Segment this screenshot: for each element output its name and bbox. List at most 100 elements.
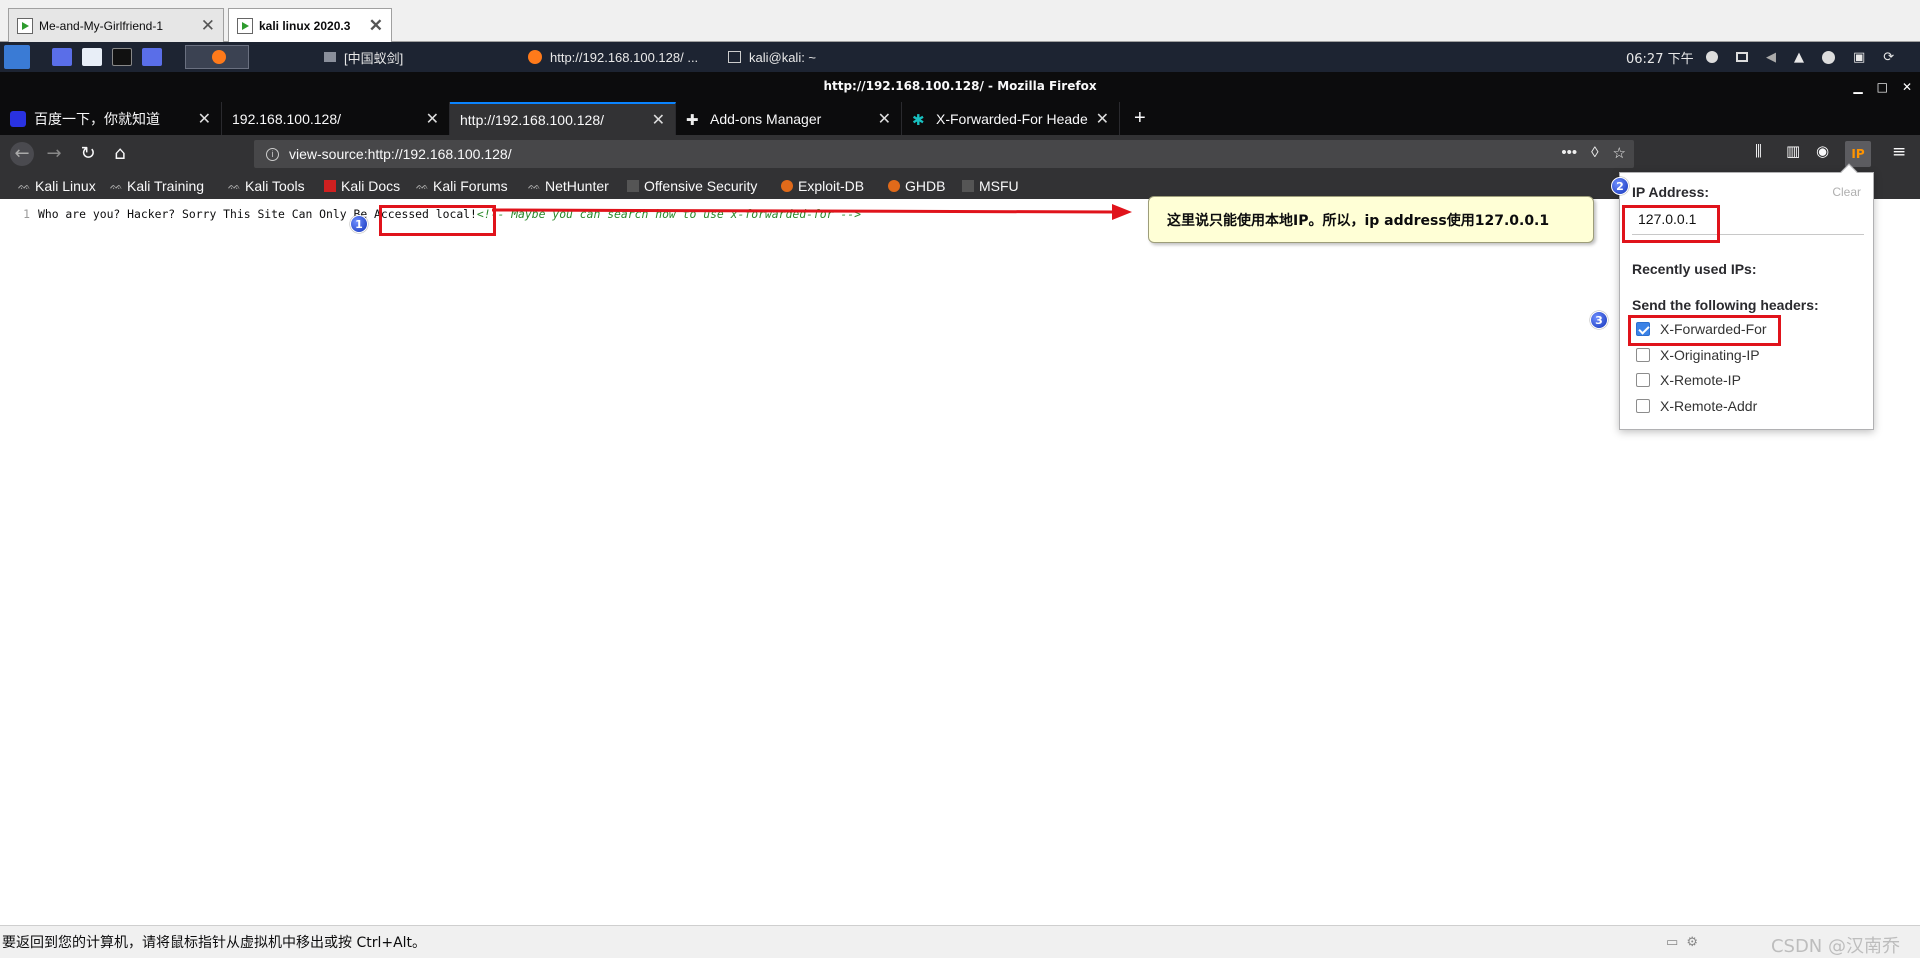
taskbar-label: http://192.168.100.128/ ... bbox=[550, 49, 699, 65]
checkbox[interactable] bbox=[1636, 373, 1650, 387]
header-option-x-originating-ip[interactable]: X-Originating-IP bbox=[1636, 347, 1760, 363]
reload-icon[interactable]: ↻ bbox=[76, 142, 100, 166]
update-icon[interactable] bbox=[1822, 50, 1835, 64]
kali-icon: ᨐ bbox=[416, 180, 429, 192]
step-badge-2: 2 bbox=[1611, 177, 1629, 195]
file-manager-icon[interactable] bbox=[82, 42, 102, 72]
maximize-icon[interactable]: □ bbox=[1877, 80, 1888, 94]
menu-icon[interactable]: ≡ bbox=[1892, 142, 1906, 162]
minimize-icon[interactable]: ▁ bbox=[1853, 80, 1862, 94]
bookmark-offensive-security[interactable]: Offensive Security bbox=[627, 176, 757, 196]
bookmark-label: NetHunter bbox=[545, 178, 609, 194]
bookmark-kali-docs[interactable]: Kali Docs bbox=[324, 176, 400, 196]
taskbar-antsword[interactable]: [中国蚁剑] bbox=[318, 45, 518, 69]
puzzle-icon: ✚ bbox=[686, 111, 699, 129]
url-bar[interactable]: i view-source:http://192.168.100.128/ ••… bbox=[254, 140, 1634, 168]
pocket-icon[interactable]: ◊ bbox=[1591, 144, 1598, 162]
notification-icon[interactable]: ▲ bbox=[1794, 50, 1804, 65]
checkbox[interactable] bbox=[1636, 399, 1650, 413]
settings-icon[interactable]: ⚙ bbox=[1686, 935, 1698, 950]
header-option-x-remote-ip[interactable]: X-Remote-IP bbox=[1636, 372, 1741, 388]
bookmark-nethunter[interactable]: ᨐ NetHunter bbox=[528, 176, 609, 196]
annotation-callout: 这里说只能使用本地IP。所以，ip address使用127.0.0.1 bbox=[1148, 196, 1594, 243]
callout-text: 这里说只能使用本地IP。所以，ip address使用127.0.0.1 bbox=[1167, 212, 1550, 229]
close-icon[interactable]: ✕ bbox=[369, 16, 383, 36]
taskbar-firefox[interactable]: http://192.168.100.128/ ... bbox=[522, 45, 722, 69]
device-icons: ▭ ⚙ bbox=[1666, 935, 1698, 950]
ghdb-icon bbox=[888, 180, 900, 192]
bookmark-kali-tools[interactable]: ᨐ Kali Tools bbox=[228, 176, 305, 196]
clock[interactable]: 06:27 下午 bbox=[1626, 42, 1694, 72]
screenshot-icon[interactable] bbox=[142, 42, 162, 72]
bookmark-kali-training[interactable]: ᨐ Kali Training bbox=[110, 176, 204, 196]
bookmark-exploit-db[interactable]: Exploit-DB bbox=[781, 176, 864, 196]
vm-tab-girlfriend[interactable]: Me-and-My-Girlfriend-1 ✕ bbox=[8, 8, 224, 42]
back-icon[interactable]: ← bbox=[10, 142, 34, 166]
close-icon[interactable]: ✕ bbox=[878, 109, 891, 129]
vm-status-bar: 要返回到您的计算机，请将鼠标指针从虚拟机中移出或按 Ctrl+Alt。 ▭ ⚙ … bbox=[0, 925, 1920, 958]
tab-label: Add-ons Manager bbox=[710, 110, 822, 127]
terminal-icon[interactable] bbox=[112, 42, 132, 72]
close-icon[interactable]: ✕ bbox=[1096, 109, 1109, 129]
navigation-bar: ← → ↻ ⌂ i view-source:http://192.168.100… bbox=[0, 135, 1920, 173]
bookmark-kali-linux[interactable]: ᨐ Kali Linux bbox=[18, 176, 96, 196]
vm-tab-kali[interactable]: kali linux 2020.3 ✕ bbox=[228, 8, 392, 43]
display-icon[interactable] bbox=[1736, 52, 1748, 62]
offsec-icon bbox=[627, 180, 639, 192]
taskbar-label: kali@kali: ~ bbox=[749, 49, 817, 65]
volume-icon[interactable]: ◀ bbox=[1766, 50, 1776, 65]
bookmark-label: Kali Docs bbox=[341, 178, 401, 194]
terminal-icon bbox=[728, 51, 741, 63]
page-actions-icon[interactable]: ••• bbox=[1561, 144, 1577, 162]
lock-icon[interactable]: ▣ bbox=[1853, 50, 1865, 65]
workspace-1[interactable] bbox=[185, 45, 249, 69]
exploitdb-icon bbox=[781, 180, 793, 192]
status-icon[interactable] bbox=[1706, 51, 1718, 63]
header-name: X-Remote-Addr bbox=[1660, 398, 1758, 414]
checkbox[interactable] bbox=[1636, 348, 1650, 362]
vm-tab-strip: Me-and-My-Girlfriend-1 ✕ kali linux 2020… bbox=[0, 0, 1920, 43]
bookmark-star-icon[interactable]: ☆ bbox=[1613, 144, 1626, 162]
close-icon[interactable]: ✕ bbox=[652, 110, 665, 130]
bookmark-msfu[interactable]: MSFU bbox=[962, 176, 1019, 196]
bookmark-label: GHDB bbox=[905, 178, 946, 194]
kali-icon: ᨐ bbox=[228, 180, 241, 192]
headers-label: Send the following headers: bbox=[1632, 297, 1819, 313]
site-info-icon[interactable]: i bbox=[266, 147, 279, 161]
tab-ip[interactable]: 192.168.100.128/ ✕ bbox=[222, 102, 450, 135]
account-icon[interactable]: ◉ bbox=[1816, 142, 1829, 160]
header-option-x-remote-addr[interactable]: X-Remote-Addr bbox=[1636, 398, 1757, 414]
forward-icon[interactable]: → bbox=[42, 142, 66, 166]
kali-menu-icon[interactable] bbox=[4, 42, 30, 72]
disk-icon[interactable]: ▭ bbox=[1666, 935, 1678, 950]
tab-view-source[interactable]: http://192.168.100.128/ ✕ bbox=[450, 102, 676, 135]
close-icon[interactable]: ✕ bbox=[426, 109, 439, 129]
highlight-box-ip-value bbox=[1622, 205, 1720, 243]
bookmark-ghdb[interactable]: GHDB bbox=[888, 176, 945, 196]
kali-icon: ᨐ bbox=[110, 180, 123, 192]
new-tab-button[interactable]: + bbox=[1124, 102, 1164, 135]
window-title: http://192.168.100.128/ - Mozilla Firefo… bbox=[0, 72, 1920, 102]
sidebar-icon[interactable]: ▥ bbox=[1786, 142, 1800, 160]
tab-addons[interactable]: ✚ Add-ons Manager ✕ bbox=[676, 102, 902, 135]
url-text[interactable]: view-source:http://192.168.100.128/ bbox=[289, 146, 512, 162]
tab-xff-header[interactable]: ✱ X-Forwarded-For Heade ✕ bbox=[902, 102, 1120, 135]
clear-button[interactable]: Clear bbox=[1832, 185, 1861, 199]
home-icon[interactable]: ⌂ bbox=[108, 142, 132, 166]
close-icon[interactable]: ✕ bbox=[201, 16, 215, 36]
bookmark-kali-forums[interactable]: ᨐ Kali Forums bbox=[416, 176, 508, 196]
tab-baidu[interactable]: 百度一下，你就知道 ✕ bbox=[0, 102, 222, 135]
close-icon[interactable]: ✕ bbox=[198, 109, 211, 129]
tab-label: X-Forwarded-For Heade bbox=[936, 110, 1088, 127]
show-desktop-icon[interactable] bbox=[52, 42, 72, 72]
window-icon bbox=[324, 52, 336, 62]
taskbar-terminal[interactable]: kali@kali: ~ bbox=[722, 45, 902, 69]
kali-panel: [中国蚁剑] http://192.168.100.128/ ... kali@… bbox=[0, 42, 1920, 72]
close-window-icon[interactable]: ✕ bbox=[1902, 80, 1912, 94]
browser-tab-bar: 百度一下，你就知道 ✕ 192.168.100.128/ ✕ http://19… bbox=[0, 102, 1920, 135]
library-icon[interactable]: ⫼ bbox=[1755, 142, 1762, 160]
bookmark-label: Kali Training bbox=[127, 178, 205, 194]
window-controls: ▁ □ ✕ bbox=[1853, 72, 1912, 102]
power-icon[interactable]: ⟳ bbox=[1883, 50, 1894, 65]
annotation-arrow bbox=[492, 204, 1132, 220]
